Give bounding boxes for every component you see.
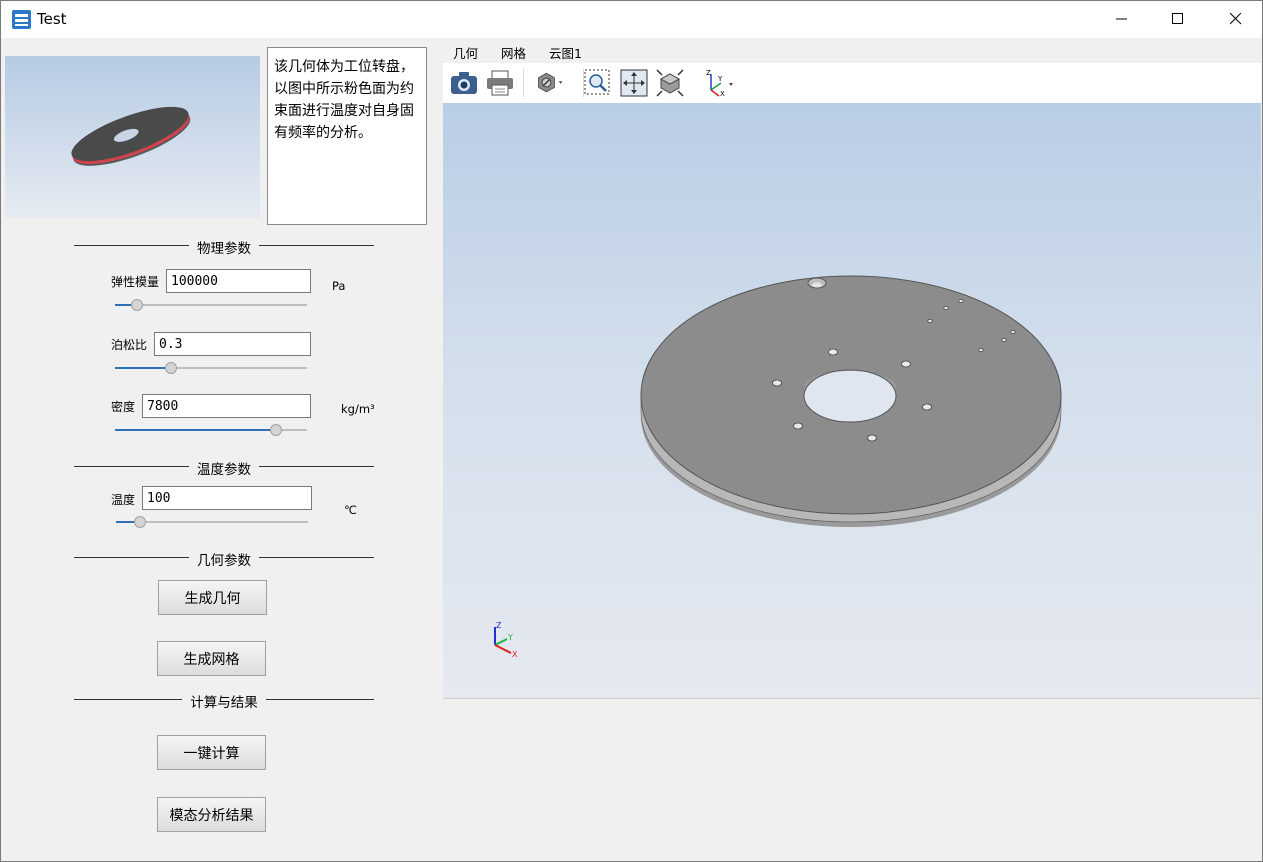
turntable-thumbnail [71, 106, 191, 166]
description-box: 该几何体为工位转盘，以图中所示粉色面为约束面进行温度对自身固有频率的分析。 [267, 47, 427, 225]
section-physical: 物理参数 [74, 237, 374, 257]
3d-viewport[interactable]: Z Y X [443, 103, 1261, 699]
display-mode-icon[interactable] [535, 68, 565, 98]
density-slider[interactable] [115, 424, 307, 436]
section-temperature-label: 温度参数 [189, 462, 259, 478]
turntable-model [640, 275, 1062, 527]
section-geometry-label: 几何参数 [189, 553, 259, 569]
compute-button[interactable]: 一键计算 [157, 735, 266, 770]
elastic-modulus-unit: Pa [332, 279, 346, 293]
viewer-toolbar: ZYX [443, 63, 1261, 103]
fit-all-icon[interactable] [619, 68, 649, 98]
slider-thumb[interactable] [270, 424, 282, 436]
generate-mesh-button[interactable]: 生成网格 [157, 641, 266, 676]
maximize-icon [1172, 13, 1183, 24]
tab-mesh[interactable]: 网格 [501, 43, 526, 62]
temperature-slider[interactable] [116, 516, 308, 528]
camera-icon[interactable] [449, 68, 479, 98]
app-window: Test 该几何体为工位转盘，以图中所示粉色面为约束面进行温度对自身固有频率的分… [0, 0, 1263, 862]
minimize-icon [1116, 18, 1127, 20]
section-results: 计算与结果 [74, 691, 374, 711]
title-bar: Test [1, 1, 1262, 38]
axis-triad: Z Y X [494, 621, 518, 659]
app-icon [12, 10, 31, 29]
tab-contour[interactable]: 云图1 [549, 43, 582, 62]
minimize-button[interactable] [1099, 1, 1145, 37]
svg-text:X: X [720, 90, 725, 98]
temperature-label: 温度 [111, 493, 136, 507]
section-physical-label: 物理参数 [189, 241, 259, 257]
iso-view-icon[interactable] [655, 68, 685, 98]
axis-label-y: Y [507, 633, 513, 642]
density-input[interactable] [142, 394, 311, 418]
elastic-modulus-label: 弹性模量 [111, 275, 160, 289]
close-button[interactable] [1213, 1, 1259, 37]
density-label: 密度 [111, 400, 136, 414]
print-icon[interactable] [485, 68, 515, 98]
density-unit: kg/m³ [341, 402, 375, 416]
modal-results-button[interactable]: 模态分析结果 [157, 797, 266, 832]
close-icon [1230, 13, 1242, 25]
poisson-ratio-input[interactable] [154, 332, 311, 356]
poisson-ratio-label: 泊松比 [111, 338, 148, 352]
section-temperature: 温度参数 [74, 458, 374, 478]
slider-thumb[interactable] [165, 362, 177, 374]
elastic-modulus-input[interactable] [166, 269, 311, 293]
axis-label-z: Z [496, 621, 502, 630]
temperature-unit: ℃ [344, 503, 357, 517]
section-results-label: 计算与结果 [182, 695, 266, 711]
svg-text:Z: Z [706, 69, 711, 77]
poisson-ratio-slider[interactable] [115, 362, 307, 374]
axis-label-x: X [512, 650, 518, 659]
window-title: Test [37, 10, 67, 28]
svg-text:Y: Y [717, 75, 723, 83]
generate-geometry-button[interactable]: 生成几何 [158, 580, 267, 615]
slider-thumb[interactable] [131, 299, 143, 311]
section-geometry: 几何参数 [74, 549, 374, 569]
temperature-input[interactable] [142, 486, 312, 510]
view-tabs: 几何 网格 云图1 [443, 41, 1263, 63]
zoom-window-icon[interactable] [583, 68, 613, 98]
tab-geometry[interactable]: 几何 [453, 43, 478, 62]
slider-thumb[interactable] [134, 516, 146, 528]
maximize-button[interactable] [1155, 1, 1201, 37]
elastic-modulus-slider[interactable] [115, 299, 307, 311]
axis-view-icon[interactable]: ZYX [701, 68, 735, 98]
geometry-preview-image [5, 56, 260, 218]
